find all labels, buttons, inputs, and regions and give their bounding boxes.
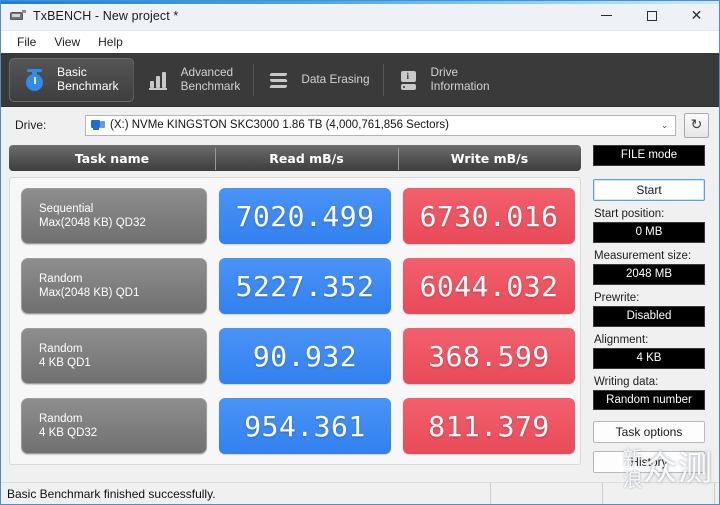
alignment-label: Alignment:	[594, 333, 649, 346]
read-value-cell: 7020.499	[219, 188, 391, 244]
window-controls: ✕	[584, 1, 719, 31]
status-bar: Basic Benchmark finished successfully.	[1, 482, 719, 504]
drive-icon	[396, 67, 422, 93]
read-value-cell: 90.932	[219, 328, 391, 384]
write-value-cell: 368.599	[403, 328, 575, 384]
maximize-button[interactable]	[629, 1, 674, 31]
column-header-read: Read mB/s	[215, 147, 398, 170]
status-message: Basic Benchmark finished successfully.	[1, 482, 491, 504]
drive-select[interactable]: (X:) NVMe KINGSTON SKC3000 1.86 TB (4,00…	[85, 114, 676, 136]
table-row: Random 4 KB QD32 954.361 811.379	[15, 394, 575, 458]
prewrite-label: Prewrite:	[594, 291, 640, 304]
start-button[interactable]: Start	[593, 179, 705, 201]
writing-data-value[interactable]: Random number	[593, 389, 705, 411]
task-options-button[interactable]: Task options	[593, 421, 705, 444]
tab-drive-information-label: Drive Information	[430, 65, 490, 93]
start-position-label: Start position:	[594, 207, 665, 220]
drive-label: Drive:	[15, 118, 47, 132]
read-value-cell: 5227.352	[219, 258, 391, 314]
measurement-size-value[interactable]: 2048 MB	[593, 263, 705, 285]
file-mode-button[interactable]: FILE mode	[593, 145, 705, 166]
txbench-window: TxBENCH - New project * ✕ File View Help…	[0, 0, 720, 505]
tab-drive-information[interactable]: Drive Information	[382, 58, 504, 102]
writing-data-label: Writing data:	[594, 375, 659, 388]
close-button[interactable]: ✕	[674, 1, 719, 31]
write-value-cell: 6730.016	[403, 188, 575, 244]
task-name-cell: Random 4 KB QD32	[21, 398, 207, 454]
task-name-line2: 4 KB QD32	[39, 427, 98, 439]
tab-advanced-benchmark-label: Advanced Benchmark	[180, 65, 241, 93]
task-name-line2: 4 KB QD1	[39, 357, 91, 369]
table-row: Random Max(2048 KB) QD1 5227.352 6044.03…	[15, 254, 575, 318]
refresh-button[interactable]: ↻	[684, 112, 709, 138]
task-name-line1: Random	[39, 343, 83, 355]
chevron-down-icon[interactable]: ⌄	[656, 120, 673, 131]
task-name-line1: Random	[39, 273, 83, 285]
settings-panel: FILE mode Start Start position: 0 MB Mea…	[581, 143, 705, 474]
status-segment-2	[603, 482, 715, 504]
write-value-cell: 6044.032	[403, 258, 575, 314]
tab-basic-benchmark[interactable]: Basic Benchmark	[9, 57, 134, 102]
menu-item-view[interactable]: View	[45, 33, 89, 51]
alignment-value[interactable]: 4 KB	[593, 347, 705, 369]
bar-chart-icon	[146, 67, 172, 93]
table-row: Sequential Max(2048 KB) QD32 7020.499 67…	[15, 184, 575, 248]
results-panel: Task name Read mB/s Write mB/s Sequentia…	[9, 143, 581, 473]
status-segment-1	[491, 482, 603, 504]
drive-select-value: (X:) NVMe KINGSTON SKC3000 1.86 TB (4,00…	[110, 119, 449, 131]
task-name-cell: Random Max(2048 KB) QD1	[21, 258, 207, 314]
task-name-line1: Sequential	[39, 203, 94, 215]
title-bar: TxBENCH - New project * ✕	[1, 1, 719, 31]
results-header: Task name Read mB/s Write mB/s	[9, 145, 581, 171]
tab-basic-benchmark-label: Basic Benchmark	[57, 65, 119, 93]
task-name-line1: Random	[39, 413, 83, 425]
results-list: Sequential Max(2048 KB) QD32 7020.499 67…	[9, 177, 581, 465]
task-name-cell: Sequential Max(2048 KB) QD32	[21, 188, 207, 244]
drive-monitor-icon	[91, 119, 105, 131]
drive-selector-row: Drive: (X:) NVMe KINGSTON SKC3000 1.86 T…	[1, 107, 719, 143]
tab-strip: Basic Benchmark Advanced Benchmark Data …	[1, 53, 719, 107]
task-name-line2: Max(2048 KB) QD32	[39, 217, 146, 229]
minimize-button[interactable]	[584, 1, 629, 31]
main-content: Task name Read mB/s Write mB/s Sequentia…	[1, 143, 719, 474]
tab-advanced-benchmark[interactable]: Advanced Benchmark	[132, 58, 255, 102]
task-name-line2: Max(2048 KB) QD1	[39, 287, 140, 299]
refresh-icon: ↻	[690, 117, 703, 133]
menu-item-help[interactable]: Help	[89, 33, 132, 51]
tab-data-erasing[interactable]: Data Erasing	[253, 58, 383, 102]
column-header-write: Write mB/s	[398, 147, 581, 170]
measurement-size-label: Measurement size:	[594, 249, 692, 262]
task-name-cell: Random 4 KB QD1	[21, 328, 207, 384]
column-header-task: Task name	[74, 150, 150, 166]
menu-bar: File View Help	[1, 31, 719, 53]
table-row: Random 4 KB QD1 90.932 368.599	[15, 324, 575, 388]
write-value-cell: 811.379	[403, 398, 575, 454]
start-position-value[interactable]: 0 MB	[593, 221, 705, 243]
menu-item-file[interactable]: File	[8, 33, 45, 51]
app-icon	[10, 9, 26, 23]
stopwatch-icon	[22, 67, 48, 93]
history-button[interactable]: History	[593, 451, 705, 474]
tab-data-erasing-label: Data Erasing	[301, 71, 370, 86]
window-title: TxBENCH - New project *	[33, 8, 179, 23]
prewrite-value[interactable]: Disabled	[593, 305, 705, 327]
read-value-cell: 954.361	[219, 398, 391, 454]
erase-icon	[266, 67, 292, 93]
